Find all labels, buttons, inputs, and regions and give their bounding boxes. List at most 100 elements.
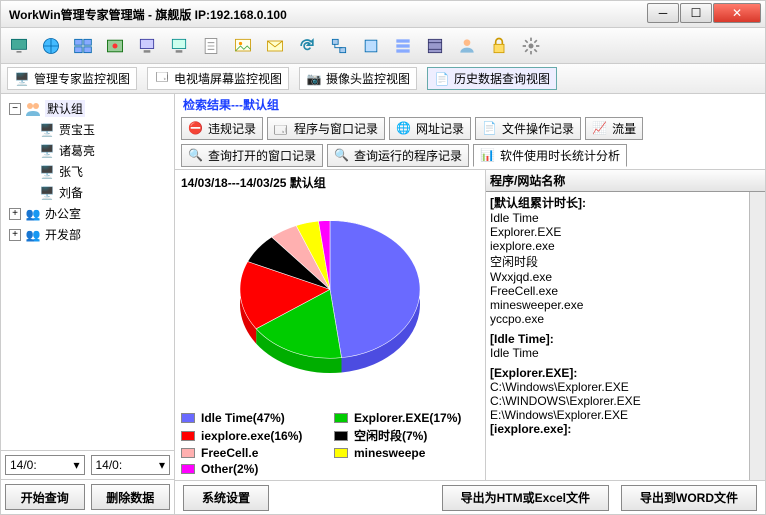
tree-group[interactable]: +👥开发部 — [5, 224, 170, 245]
pc-icon: 🖥️ — [39, 164, 55, 180]
tool-lock-icon[interactable] — [485, 32, 513, 60]
view-history[interactable]: 📄历史数据查询视图 — [427, 67, 557, 90]
list-section: [Explorer.EXE]: — [490, 366, 761, 380]
tree-user[interactable]: 🖥️诸葛亮 — [5, 140, 170, 161]
vertical-scrollbar[interactable] — [749, 192, 765, 480]
chart-legend: Idle Time(47%)Explorer.EXE(17%)iexplore.… — [181, 407, 479, 476]
search-icon: 🔍 — [334, 148, 350, 164]
main-toolbar — [0, 28, 766, 64]
group-tree[interactable]: − 默认组 🖥️贾宝玉 🖥️诸葛亮 🖥️张飞 🖥️刘备 +👥办公室 +👥开发部 — [1, 94, 174, 450]
tool-record-icon[interactable] — [101, 32, 129, 60]
tree-user-label: 诸葛亮 — [59, 142, 95, 159]
legend-label: minesweepe — [354, 446, 425, 460]
list-item[interactable]: iexplore.exe2 — [490, 239, 761, 253]
window-icon: 🗔 — [274, 121, 290, 137]
subtab-window-records[interactable]: 🔍查询打开的窗口记录 — [181, 144, 323, 167]
list-item[interactable]: C:\Windows\Explorer.EXE — [490, 380, 761, 394]
chevron-down-icon: ▾ — [73, 458, 79, 472]
usage-list[interactable]: [默认组累计时长]: Idle Time6Explorer.EXE2iexplo… — [486, 192, 765, 480]
tab-label: 文件操作记录 — [502, 120, 574, 137]
users-group-icon: 👥 — [25, 227, 41, 243]
forbid-icon: ⛔ — [188, 121, 204, 137]
list-header: 程序/网站名称 — [486, 170, 765, 192]
list-group-heading: [默认组累计时长]: — [490, 194, 761, 211]
tab-label: 软件使用时长统计分析 — [500, 147, 620, 164]
tree-user-label: 张飞 — [59, 163, 83, 180]
date-from-select[interactable]: 14/0: ▾ — [5, 455, 85, 475]
tool-network-icon[interactable] — [325, 32, 353, 60]
tool-user-icon[interactable] — [453, 32, 481, 60]
legend-item: Explorer.EXE(17%) — [334, 411, 479, 425]
view-tvwall[interactable]: 🗔电视墙屏幕监控视图 — [147, 67, 289, 90]
tab-label: 查询打开的窗口记录 — [208, 147, 316, 164]
tool-doc-icon[interactable] — [197, 32, 225, 60]
tab-violation[interactable]: ⛔违规记录 — [181, 117, 263, 140]
window-minimize-button[interactable]: ─ — [647, 3, 679, 23]
view-camera[interactable]: 📷摄像头监控视图 — [299, 67, 417, 90]
window-maximize-button[interactable]: ☐ — [680, 3, 712, 23]
tab-file-ops[interactable]: 📄文件操作记录 — [475, 117, 581, 140]
list-item[interactable]: yccpo.exe3 — [490, 312, 761, 326]
tool-pc2-icon[interactable] — [165, 32, 193, 60]
tool-app-icon[interactable] — [389, 32, 417, 60]
chart-title: 14/03/18---14/03/25 默认组 — [181, 174, 479, 192]
start-query-button[interactable]: 开始查询 — [5, 484, 85, 510]
list-item[interactable]: E:\Windows\Explorer.EXE — [490, 408, 761, 422]
list-item[interactable]: Idle Time — [490, 346, 761, 360]
list-item[interactable]: FreeCell.exe — [490, 284, 761, 298]
tool-pc1-icon[interactable] — [133, 32, 161, 60]
tree-group[interactable]: +👥办公室 — [5, 203, 170, 224]
expand-icon[interactable]: + — [9, 229, 21, 241]
traffic-icon: 📈 — [592, 121, 608, 137]
list-item[interactable]: C:\WINDOWS\Explorer.EXE — [490, 394, 761, 408]
list-item[interactable]: Wxxjqd.exe — [490, 270, 761, 284]
expand-icon[interactable]: + — [9, 208, 21, 220]
legend-item: Idle Time(47%) — [181, 411, 326, 425]
list-item[interactable]: 空闲时段 — [490, 253, 761, 270]
tool-film-icon[interactable] — [421, 32, 449, 60]
tool-screens-icon[interactable] — [69, 32, 97, 60]
view-monitor[interactable]: 🖥️管理专家监控视图 — [7, 67, 137, 90]
window-close-button[interactable]: ✕ — [713, 3, 761, 23]
tool-monitor-icon[interactable] — [5, 32, 33, 60]
delete-data-button[interactable]: 删除数据 — [91, 484, 171, 510]
date-from-label: 14/0: — [10, 458, 37, 472]
tool-globe-icon[interactable] — [37, 32, 65, 60]
tool-refresh-icon[interactable] — [293, 32, 321, 60]
legend-swatch — [334, 448, 348, 458]
legend-label: Other(2%) — [201, 462, 258, 476]
collapse-icon[interactable]: − — [9, 103, 21, 115]
tab-url[interactable]: 🌐网址记录 — [389, 117, 471, 140]
history-icon: 📄 — [434, 71, 450, 87]
tab-traffic[interactable]: 📈流量 — [585, 117, 643, 140]
legend-label: Idle Time(47%) — [201, 411, 285, 425]
tool-settings-icon[interactable] — [517, 32, 545, 60]
list-section: [iexplore.exe]: — [490, 422, 761, 436]
tool-mail-icon[interactable] — [261, 32, 289, 60]
view-history-label: 历史数据查询视图 — [454, 70, 550, 87]
tree-user-label: 刘备 — [59, 184, 83, 201]
subtab-usage-stats[interactable]: 📊软件使用时长统计分析 — [473, 144, 627, 167]
tree-user[interactable]: 🖥️贾宝玉 — [5, 119, 170, 140]
tree-user[interactable]: 🖥️张飞 — [5, 161, 170, 182]
view-monitor-label: 管理专家监控视图 — [34, 70, 130, 87]
tool-windows-icon[interactable] — [357, 32, 385, 60]
subtab-program-records[interactable]: 🔍查询运行的程序记录 — [327, 144, 469, 167]
legend-item: Other(2%) — [181, 462, 326, 476]
pc-icon: 🖥️ — [39, 122, 55, 138]
system-settings-button[interactable]: 系统设置 — [183, 485, 269, 511]
list-item[interactable]: minesweeper.exe4 — [490, 298, 761, 312]
legend-label: 空闲时段(7%) — [354, 427, 427, 444]
tree-user[interactable]: 🖥️刘备 — [5, 182, 170, 203]
tab-program-window[interactable]: 🗔程序与窗口记录 — [267, 117, 385, 140]
tool-picture-icon[interactable] — [229, 32, 257, 60]
export-word-button[interactable]: 导出到WORD文件 — [621, 485, 757, 511]
list-item[interactable]: Idle Time6 — [490, 211, 761, 225]
list-section: [Idle Time]: — [490, 332, 761, 346]
window-title: WorkWin管理专家管理端 - 旗舰版 IP:192.168.0.100 — [1, 6, 646, 23]
users-group-icon: 👥 — [25, 206, 41, 222]
tree-root[interactable]: − 默认组 — [5, 98, 170, 119]
export-htm-excel-button[interactable]: 导出为HTM或Excel文件 — [442, 485, 609, 511]
date-to-select[interactable]: 14/0:▾ — [91, 455, 171, 475]
list-item[interactable]: Explorer.EXE2 — [490, 225, 761, 239]
